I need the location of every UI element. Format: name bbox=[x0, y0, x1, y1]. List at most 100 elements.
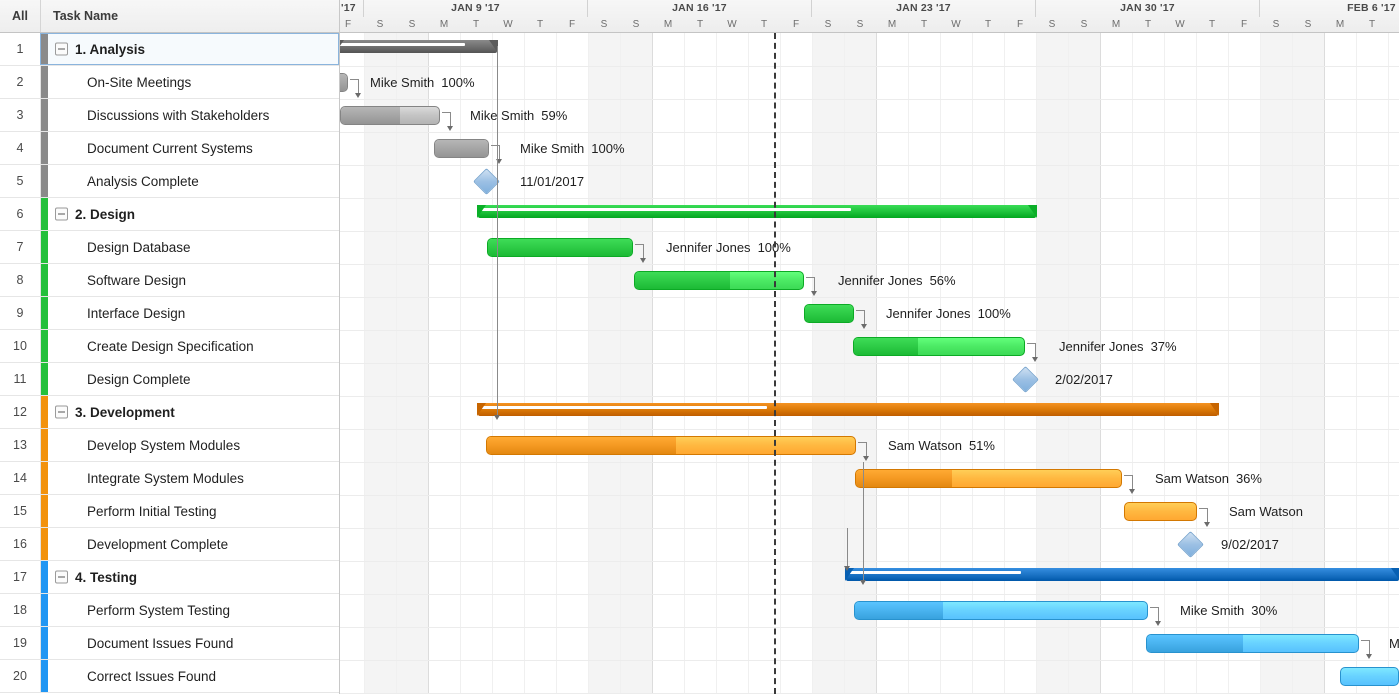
row-body[interactable]: 3. Development bbox=[40, 396, 339, 428]
task-bar-label: Jennifer Jones 100% bbox=[886, 304, 1011, 323]
table-row[interactable]: 19 Document Issues Found bbox=[0, 627, 339, 660]
row-body[interactable]: Development Complete bbox=[40, 528, 339, 560]
summary-bar[interactable] bbox=[477, 403, 1219, 416]
table-row[interactable]: 17 4. Testing bbox=[0, 561, 339, 594]
column-header-task-name[interactable]: Task Name bbox=[40, 0, 339, 32]
summary-progress-line bbox=[340, 43, 465, 46]
completion-percent: 37% bbox=[1150, 339, 1177, 354]
task-bar[interactable] bbox=[854, 601, 1148, 620]
row-body[interactable]: Create Design Specification bbox=[40, 330, 339, 362]
row-body[interactable]: Interface Design bbox=[40, 297, 339, 329]
task-bar[interactable] bbox=[634, 271, 804, 290]
row-body[interactable]: Software Design bbox=[40, 264, 339, 296]
row-body[interactable]: Analysis Complete bbox=[40, 165, 339, 197]
task-progress-fill bbox=[1147, 635, 1243, 652]
table-row[interactable]: 13 Develop System Modules bbox=[0, 429, 339, 462]
table-row[interactable]: 8 Software Design bbox=[0, 264, 339, 297]
row-number: 2 bbox=[16, 75, 24, 89]
row-number: 15 bbox=[13, 504, 27, 518]
table-row[interactable]: 6 2. Design bbox=[0, 198, 339, 231]
category-color-bar bbox=[41, 99, 48, 131]
connector-arrow-icon bbox=[494, 415, 500, 420]
task-name-label: Document Issues Found bbox=[87, 635, 234, 651]
row-number: 18 bbox=[13, 603, 27, 617]
table-row[interactable]: 16 Development Complete bbox=[0, 528, 339, 561]
row-body[interactable]: On-Site Meetings bbox=[40, 66, 339, 98]
table-row[interactable]: 20 Correct Issues Found bbox=[0, 660, 339, 693]
row-body[interactable]: Perform System Testing bbox=[40, 594, 339, 626]
task-bar[interactable] bbox=[340, 106, 440, 125]
task-bar[interactable] bbox=[487, 238, 633, 257]
milestone-diamond[interactable] bbox=[1177, 531, 1204, 558]
row-body[interactable]: 2. Design bbox=[40, 198, 339, 230]
row-body[interactable]: 4. Testing bbox=[40, 561, 339, 593]
task-bar[interactable] bbox=[1340, 667, 1399, 686]
table-row[interactable]: 12 3. Development bbox=[0, 396, 339, 429]
task-bar[interactable] bbox=[1146, 634, 1359, 653]
collapse-toggle-icon[interactable] bbox=[55, 405, 68, 419]
table-row[interactable]: 1 1. Analysis bbox=[0, 33, 339, 66]
table-row[interactable]: 15 Perform Initial Testing bbox=[0, 495, 339, 528]
timeline-day-label: W bbox=[1388, 17, 1399, 33]
today-marker bbox=[774, 33, 776, 694]
table-row[interactable]: 10 Create Design Specification bbox=[0, 330, 339, 363]
summary-bar[interactable] bbox=[845, 568, 1399, 581]
collapse-toggle-icon[interactable] bbox=[55, 207, 68, 221]
row-body[interactable]: Design Complete bbox=[40, 363, 339, 395]
task-name-label: Interface Design bbox=[87, 305, 186, 321]
summary-cap-right bbox=[1391, 568, 1399, 581]
row-body[interactable]: Document Issues Found bbox=[40, 627, 339, 659]
row-body[interactable]: Discussions with Stakeholders bbox=[40, 99, 339, 131]
completion-percent: 100% bbox=[977, 306, 1011, 321]
milestone-diamond[interactable] bbox=[1012, 366, 1039, 393]
completion-percent: 30% bbox=[1251, 603, 1278, 618]
task-bar[interactable] bbox=[804, 304, 854, 323]
resource-name: Sam Watson bbox=[1229, 504, 1303, 519]
category-color-bar bbox=[41, 330, 48, 362]
timeline-day-label: F bbox=[792, 19, 800, 30]
table-row[interactable]: 18 Perform System Testing bbox=[0, 594, 339, 627]
table-row[interactable]: 5 Analysis Complete bbox=[0, 165, 339, 198]
row-body[interactable]: 1. Analysis bbox=[40, 33, 339, 65]
row-body[interactable]: Perform Initial Testing bbox=[40, 495, 339, 527]
table-row[interactable]: 3 Discussions with Stakeholders bbox=[0, 99, 339, 132]
summary-bar[interactable] bbox=[477, 205, 1037, 218]
task-bar[interactable] bbox=[1124, 502, 1197, 521]
table-row[interactable]: 11 Design Complete bbox=[0, 363, 339, 396]
task-bar[interactable] bbox=[434, 139, 489, 158]
task-bar[interactable] bbox=[486, 436, 856, 455]
milestone-diamond[interactable] bbox=[473, 168, 500, 195]
table-row[interactable]: 4 Document Current Systems bbox=[0, 132, 339, 165]
category-color-bar bbox=[41, 132, 48, 164]
timeline-week-label: JAN 23 '17 bbox=[812, 0, 1036, 17]
collapse-toggle-icon[interactable] bbox=[55, 42, 68, 56]
table-row[interactable]: 9 Interface Design bbox=[0, 297, 339, 330]
row-number: 19 bbox=[13, 636, 27, 650]
row-body[interactable]: Design Database bbox=[40, 231, 339, 263]
resource-name: 2/02/2017 bbox=[1055, 372, 1113, 387]
category-color-bar bbox=[41, 429, 48, 461]
timeline-day-label: F bbox=[344, 19, 352, 30]
category-color-bar bbox=[41, 297, 48, 329]
table-row[interactable]: 14 Integrate System Modules bbox=[0, 462, 339, 495]
timeline-panel[interactable]: '17 JAN 9 '17 JAN 16 '17 JAN 23 '17 JAN 30 '… bbox=[340, 0, 1399, 694]
row-body[interactable]: Integrate System Modules bbox=[40, 462, 339, 494]
table-row[interactable]: 2 On-Site Meetings bbox=[0, 66, 339, 99]
timeline-day-label: S bbox=[600, 19, 608, 30]
timeline-day-label: T bbox=[920, 19, 928, 30]
row-body[interactable]: Document Current Systems bbox=[40, 132, 339, 164]
task-bar[interactable] bbox=[853, 337, 1025, 356]
collapse-toggle-icon[interactable] bbox=[55, 570, 68, 584]
task-bar[interactable] bbox=[340, 73, 348, 92]
table-row[interactable]: 7 Design Database bbox=[0, 231, 339, 264]
summary-bar-body bbox=[846, 568, 1399, 581]
column-header-number[interactable]: All bbox=[0, 9, 40, 23]
row-body[interactable]: Correct Issues Found bbox=[40, 660, 339, 692]
timeline-day-label: F bbox=[1240, 19, 1248, 30]
row-body[interactable]: Develop System Modules bbox=[40, 429, 339, 461]
summary-bar[interactable] bbox=[340, 40, 498, 53]
row-number: 16 bbox=[13, 537, 27, 551]
summary-progress-line bbox=[481, 406, 767, 409]
summary-bar-body bbox=[478, 205, 1036, 218]
task-bar[interactable] bbox=[855, 469, 1122, 488]
